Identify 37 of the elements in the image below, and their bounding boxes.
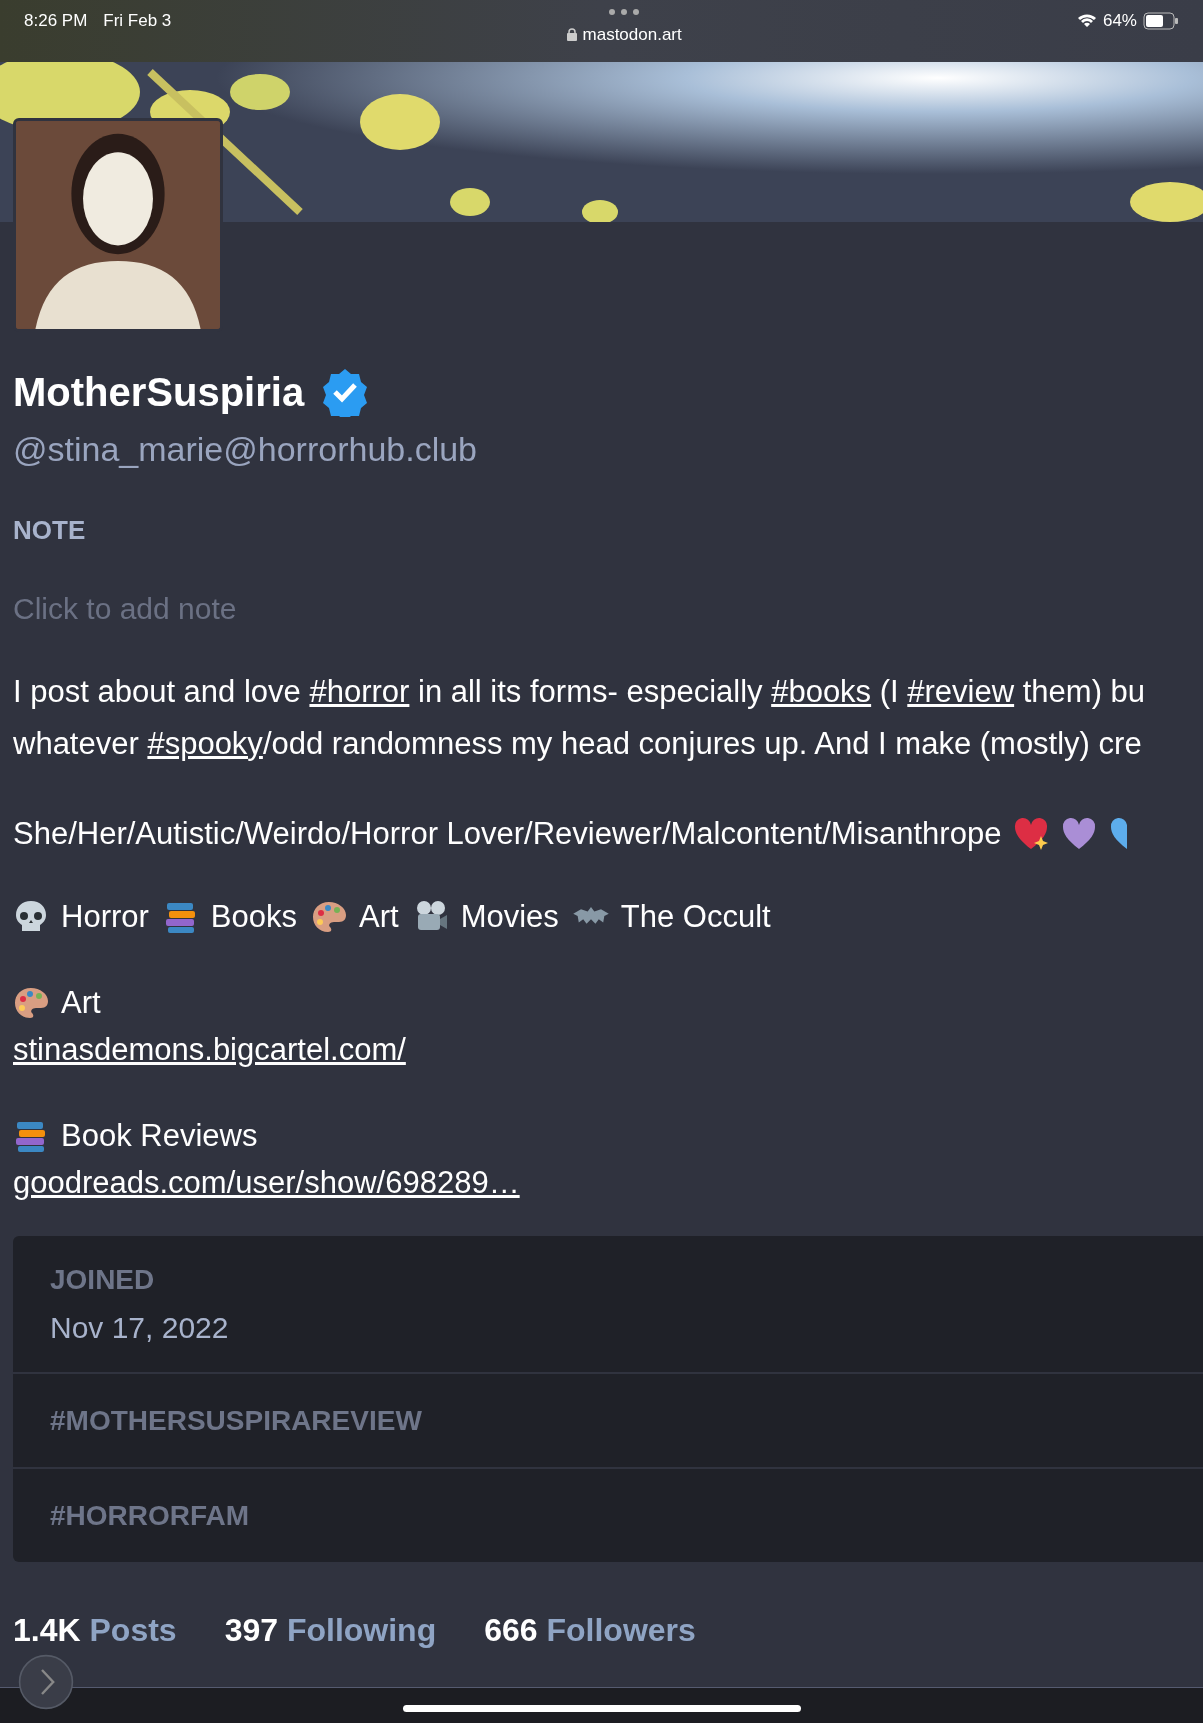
link-heading: Book Reviews: [61, 1117, 258, 1155]
field-value: Nov 17, 2022: [50, 1309, 230, 1346]
bat-icon: [572, 906, 609, 927]
interest-label: Art: [359, 897, 399, 936]
field-name: #HORRORFAM: [50, 1498, 251, 1533]
stat-link[interactable]: 397 Following: [224, 1606, 437, 1654]
clock-time: 8:26 PM: [24, 10, 88, 32]
hashtag-link[interactable]: #review: [907, 674, 1015, 709]
url-text[interactable]: mastodon.art: [582, 22, 682, 48]
wifi-icon: [1076, 13, 1097, 29]
account-handle: @stina_marie@horrorhub.club: [13, 429, 478, 470]
pronouns-text: She/Her/Autistic/Weirdo/Horror Lover/Reviewer/Malcontent/Misanthrope: [13, 815, 1002, 853]
interest-label: Movies: [460, 897, 559, 936]
website-link[interactable]: stinasdemons.bigcartel.com/: [13, 1026, 406, 1073]
display-name: MotherSuspiria: [13, 369, 305, 416]
battery-percent: 64%: [1102, 10, 1137, 32]
interest-label: Horror: [61, 897, 149, 936]
interest-label: Books: [210, 897, 297, 936]
lock-icon: [566, 28, 577, 42]
hashtag-link[interactable]: #books: [771, 674, 872, 709]
note-label: NOTE: [13, 514, 87, 547]
interest-label: The Occult: [620, 897, 771, 936]
date: Fri Feb 3: [103, 10, 172, 32]
website-link[interactable]: goodreads.com/user/show/698289…: [13, 1159, 520, 1206]
bio-text: whatever #spooky/odd randomness my head conjures up. And I make (mostly) cre: [13, 724, 1143, 763]
more-icon[interactable]: [608, 8, 641, 16]
battery-icon: [1143, 11, 1179, 30]
chevron-right-icon[interactable]: [18, 1654, 74, 1710]
hashtag-link[interactable]: #spooky: [147, 725, 263, 761]
link-heading: Art: [61, 984, 101, 1022]
field-name: JOINED: [50, 1262, 156, 1297]
stat-link[interactable]: 666 Followers: [484, 1606, 696, 1654]
hashtag-link[interactable]: #horror: [309, 674, 410, 709]
bio-text: I post about and love #horror in all its forms- especially #books (I #review them) bu: [13, 673, 1147, 711]
field-name: #MOTHERSUSPIRAREVIEW: [50, 1403, 423, 1438]
stat-link[interactable]: 1.4K Posts: [13, 1606, 177, 1654]
note-field[interactable]: Click to add note: [13, 586, 613, 631]
